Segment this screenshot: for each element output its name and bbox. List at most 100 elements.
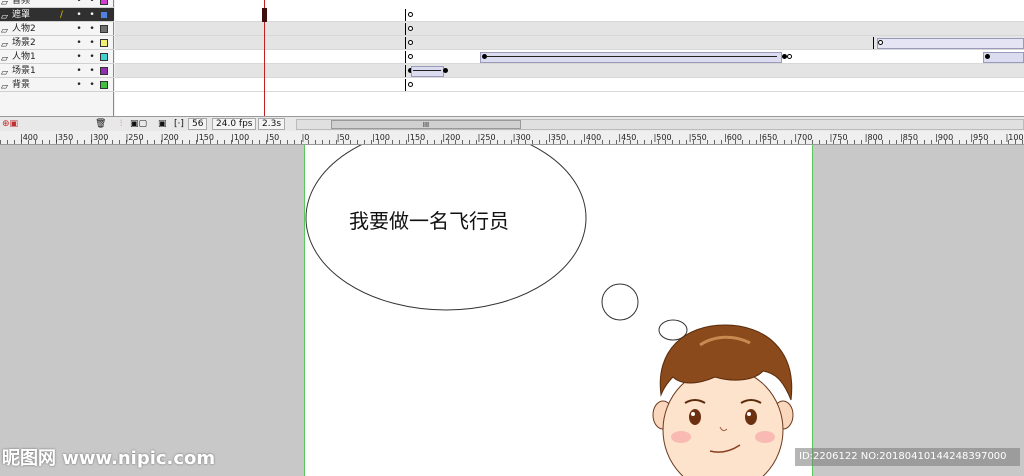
boy-character[interactable] [652, 324, 794, 476]
frame-row-background[interactable] [115, 78, 1024, 92]
layer-icon: ▱ [1, 12, 8, 22]
keyframe[interactable] [985, 54, 990, 59]
frame-row-person2[interactable] [115, 22, 1024, 36]
add-layer-icon[interactable]: ⊕▣ [2, 117, 18, 131]
playhead-handle[interactable] [262, 8, 267, 22]
keyframe[interactable] [873, 37, 874, 49]
layer-name: 音频 [12, 0, 31, 6]
frame-row-person1[interactable] [115, 50, 1024, 64]
keyframe[interactable] [408, 40, 413, 45]
layer-name: 遮罩 [12, 10, 31, 20]
lock-toggle[interactable]: • [89, 50, 95, 64]
eye-toggle[interactable]: • [76, 0, 82, 8]
ruler-label: |400 [20, 133, 38, 142]
ruler-label: |150 [196, 133, 214, 142]
ruler-label: |900 [935, 133, 954, 142]
layer-icon: ▱ [1, 54, 8, 64]
tween-span[interactable] [877, 38, 1024, 49]
eye-toggle[interactable]: • [76, 64, 82, 78]
stage[interactable]: 我要做一名飞行员 [304, 145, 813, 476]
frame-rate[interactable]: 24.0 fps [212, 118, 257, 130]
keyframe[interactable] [878, 40, 883, 45]
layer-row-scene1[interactable]: ▱ 场景1 • • [0, 64, 114, 78]
ruler-label: |450 [618, 133, 637, 142]
keyframe[interactable] [443, 68, 448, 73]
ruler-label: |50 [266, 133, 280, 142]
layer-color-swatch[interactable] [100, 39, 108, 47]
layer-row-background[interactable]: ▱ 背景 • • [0, 78, 114, 92]
frame-row-scene2[interactable] [115, 36, 1024, 50]
eye-toggle[interactable]: • [76, 36, 82, 50]
lock-toggle[interactable]: • [89, 36, 95, 50]
ruler-label: |800 [864, 133, 883, 142]
layer-color-swatch[interactable] [100, 0, 108, 5]
layer-color-swatch[interactable] [100, 67, 108, 75]
layer-color-swatch[interactable] [100, 11, 108, 19]
layer-row-scene2[interactable]: ▱ 场景2 • • [0, 36, 114, 50]
keyframe[interactable] [408, 82, 413, 87]
lock-toggle[interactable]: • [89, 22, 95, 36]
ruler-label: |350 [548, 133, 566, 142]
ruler-label: |350 [55, 133, 74, 142]
bubble-text[interactable]: 我要做一名飞行员 [349, 205, 509, 234]
frame-row-mask[interactable] [115, 8, 1024, 22]
layer-row-mask[interactable]: ▱ 遮罩 / • • [0, 8, 114, 22]
layer-color-swatch[interactable] [100, 81, 108, 89]
layer-color-swatch[interactable] [100, 25, 108, 33]
layer-icon: ▱ [1, 0, 8, 8]
keyframe[interactable] [408, 54, 413, 59]
onion-skin-icon[interactable]: ▣▢ [130, 117, 147, 131]
layer-row-person2[interactable]: ▱ 人物2 • • [0, 22, 114, 36]
frame-row-scene1[interactable] [115, 64, 1024, 78]
onion-outline-icon[interactable]: ▣ [158, 117, 167, 131]
eye-toggle[interactable]: • [76, 22, 82, 36]
keyframe[interactable] [405, 79, 406, 91]
ruler-label: |150 [407, 133, 426, 142]
ruler-label: |950 [970, 133, 989, 142]
keyframe[interactable] [482, 54, 487, 59]
timeline-scrollbar[interactable]: III [296, 119, 1024, 130]
lock-toggle[interactable]: • [89, 64, 95, 78]
watermark-logo: 昵图网 www.nipic.com [2, 448, 216, 469]
ruler-label: |850 [900, 133, 918, 142]
keyframe[interactable] [405, 37, 406, 49]
ruler-label: |300 [512, 133, 531, 142]
current-frame: 56 [188, 118, 208, 130]
tween-arrow [487, 56, 777, 57]
timeline-statusbar: ⊕▣ 🗑 ⫶ ▣▢ ▣ [·] 56 24.0 fps 2.3s ◂ III [0, 116, 1024, 131]
eye-toggle[interactable]: • [76, 78, 82, 92]
ruler-label: |650 [759, 133, 778, 142]
scrollbar-thumb[interactable]: III [331, 120, 521, 129]
lock-toggle[interactable]: • [89, 8, 95, 22]
ruler-label: |50 [336, 133, 350, 142]
ruler-label: |200 [160, 133, 179, 142]
pencil-icon: / [60, 10, 64, 20]
keyframe[interactable] [405, 65, 406, 77]
tween-span[interactable] [411, 66, 444, 77]
keyframe[interactable] [405, 51, 406, 63]
lock-toggle[interactable]: • [89, 78, 95, 92]
layer-list: ▱ 音频 • • ▱ 遮罩 / • • ▱ 人物2 • • ▱ 场景2 • • … [0, 0, 114, 116]
edit-multiple-frames-icon[interactable]: [·] [174, 117, 184, 131]
ruler-label: |550 [688, 133, 707, 142]
layer-row-person1[interactable]: ▱ 人物1 • • [0, 50, 114, 64]
keyframe[interactable] [405, 23, 406, 35]
flash-editor: ▱ 音频 • • ▱ 遮罩 / • • ▱ 人物2 • • ▱ 场景2 • • … [0, 0, 1024, 476]
layer-name: 场景2 [12, 38, 36, 48]
tween-span[interactable] [480, 52, 782, 63]
center-frame-icon[interactable]: ⫶ [120, 117, 122, 131]
trash-icon[interactable]: 🗑 [95, 117, 106, 131]
frame-grid[interactable] [115, 0, 1024, 116]
layer-icon: ▱ [1, 68, 8, 78]
eye-toggle[interactable]: • [76, 8, 82, 22]
keyframe[interactable] [408, 26, 413, 31]
layer-color-swatch[interactable] [100, 53, 108, 61]
layer-row-audio[interactable]: ▱ 音频 • • [0, 0, 114, 8]
keyframe[interactable] [408, 12, 413, 17]
keyframe[interactable] [787, 54, 792, 59]
keyframe[interactable] [405, 9, 406, 21]
lock-toggle[interactable]: • [89, 0, 95, 8]
thought-circle-large[interactable] [601, 283, 639, 321]
elapsed-time: 2.3s [258, 118, 286, 130]
eye-toggle[interactable]: • [76, 50, 82, 64]
